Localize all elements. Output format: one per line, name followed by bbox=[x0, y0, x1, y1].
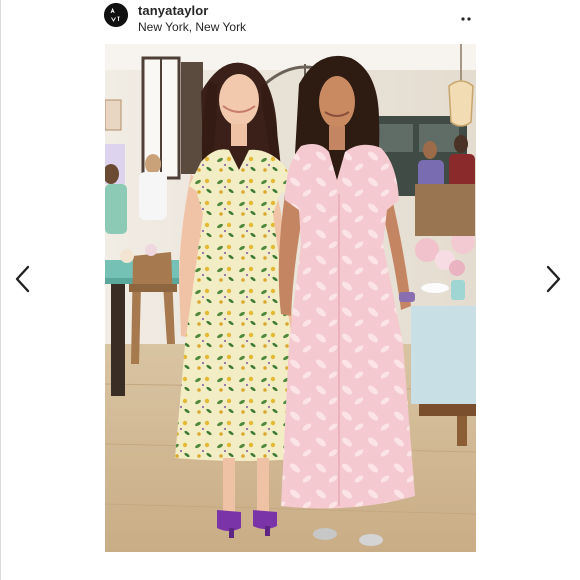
more-options-icon bbox=[461, 17, 471, 21]
chevron-right-icon bbox=[546, 265, 561, 293]
username-link[interactable]: tanyataylor bbox=[138, 3, 208, 18]
more-options-button[interactable] bbox=[458, 10, 474, 21]
post-photo[interactable] bbox=[105, 44, 476, 552]
brand-logo-avatar bbox=[104, 3, 128, 27]
event-photo-illustration bbox=[105, 44, 476, 552]
post-header: tanyataylor New York, New York bbox=[104, 0, 476, 42]
profile-avatar[interactable] bbox=[104, 3, 128, 27]
chevron-left-icon bbox=[15, 265, 30, 293]
previous-photo-button[interactable] bbox=[7, 262, 39, 296]
location-link[interactable]: New York, New York bbox=[138, 20, 246, 34]
next-photo-button[interactable] bbox=[537, 262, 569, 296]
left-border bbox=[0, 0, 1, 580]
